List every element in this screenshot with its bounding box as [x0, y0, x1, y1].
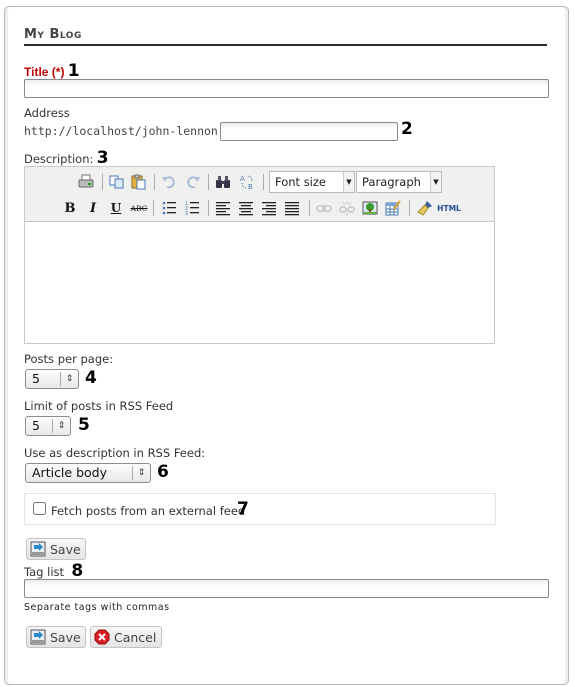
toolbar-separator — [102, 174, 103, 190]
format-dropdown[interactable]: Paragraph ▼ — [356, 171, 442, 193]
rss-description-label: Use as description in RSS Feed: — [24, 446, 206, 460]
rss-limit-value: 5 — [32, 418, 40, 433]
title-label: Title (*) — [24, 65, 65, 79]
save-icon — [30, 541, 46, 557]
find-icon[interactable] — [213, 172, 233, 192]
link-icon[interactable] — [314, 198, 334, 218]
svg-text:B: B — [248, 183, 253, 190]
align-left-icon[interactable] — [213, 198, 233, 218]
bullet-list-icon[interactable] — [159, 198, 179, 218]
toolbar-separator — [263, 174, 264, 190]
annotation-1: 1 — [67, 61, 80, 81]
heading-divider — [24, 44, 547, 46]
page-title: My Blog — [24, 27, 82, 42]
copy-icon[interactable] — [107, 172, 127, 192]
rss-description-select[interactable]: Article body ⇕ — [25, 463, 151, 483]
toolbar-separator — [208, 174, 209, 190]
rss-description-value: Article body — [32, 465, 107, 480]
annotation-7: 7 — [237, 499, 249, 519]
align-center-icon[interactable] — [236, 198, 256, 218]
tag-list-hint: Separate tags with commas — [24, 602, 170, 613]
rich-text-editor: AB Font size ▼ Paragraph ▼ B I U ABC 123 — [24, 166, 495, 344]
cancel-button-label: Cancel — [114, 629, 157, 645]
strikethrough-icon[interactable]: ABC — [129, 198, 149, 218]
image-icon[interactable] — [360, 198, 380, 218]
save-icon — [30, 629, 46, 645]
html-icon[interactable]: HTML — [437, 198, 461, 218]
cleanup-icon[interactable] — [415, 198, 435, 218]
external-feed-checkbox[interactable] — [33, 502, 46, 515]
editor-content-area[interactable] — [25, 222, 494, 343]
editor-toolbar: AB Font size ▼ Paragraph ▼ B I U ABC 123 — [25, 167, 494, 222]
toolbar-separator — [409, 200, 410, 216]
footer-save-label: Save — [50, 629, 81, 645]
posts-per-page-label: Posts per page: — [24, 352, 114, 366]
address-prefix: http://localhost/john-lennon — [24, 124, 218, 138]
table-icon[interactable] — [383, 198, 403, 218]
toolbar-separator — [153, 200, 154, 216]
numbered-list-icon[interactable]: 123 — [182, 198, 202, 218]
cancel-button[interactable]: Cancel — [90, 626, 162, 648]
address-label: Address — [24, 106, 70, 120]
bold-icon[interactable]: B — [60, 198, 80, 218]
annotation-2: 2 — [401, 119, 413, 139]
annotation-8: 8 — [71, 561, 84, 581]
paste-icon[interactable] — [129, 172, 149, 192]
title-label-row: Title (*) 1 — [24, 61, 80, 81]
address-slug-input[interactable] — [220, 122, 398, 141]
cancel-icon — [94, 629, 110, 645]
font-size-dropdown[interactable]: Font size ▼ — [269, 171, 355, 193]
tag-list-input[interactable] — [24, 579, 549, 598]
external-feed-label[interactable]: Fetch posts from an external feed — [51, 504, 245, 518]
undo-icon[interactable] — [159, 172, 179, 192]
footer-save-button[interactable]: Save — [26, 626, 86, 648]
print-icon[interactable] — [76, 172, 96, 192]
spinner-updown-icon: ⇕ — [52, 419, 70, 433]
title-input[interactable] — [24, 79, 549, 98]
tag-list-label: Tag list — [24, 565, 65, 579]
replace-icon[interactable]: AB — [237, 172, 257, 192]
posts-per-page-select[interactable]: 5 ⇕ — [25, 369, 79, 389]
svg-text:3: 3 — [185, 211, 188, 216]
redo-icon[interactable] — [183, 172, 203, 192]
toolbar-separator — [154, 174, 155, 190]
description-label-row: Description: 3 — [24, 148, 109, 168]
spinner-updown-icon: ⇕ — [132, 466, 150, 480]
posts-per-page-value: 5 — [32, 371, 40, 386]
underline-icon[interactable]: U — [106, 198, 126, 218]
spinner-updown-icon: ⇕ — [60, 372, 78, 386]
italic-icon[interactable]: I — [83, 198, 103, 218]
tag-list-label-row: Tag list 8 — [24, 561, 83, 581]
annotation-3: 3 — [96, 148, 109, 168]
save-button[interactable]: Save — [26, 538, 86, 560]
align-right-icon[interactable] — [259, 198, 279, 218]
unlink-icon[interactable] — [337, 198, 357, 218]
align-justify-icon[interactable] — [282, 198, 302, 218]
toolbar-separator — [309, 200, 310, 216]
description-label: Description: — [24, 152, 94, 166]
svg-text:A: A — [240, 175, 245, 183]
rss-limit-select[interactable]: 5 ⇕ — [25, 416, 71, 436]
annotation-6: 6 — [157, 462, 169, 482]
save-button-label: Save — [50, 541, 81, 557]
chevron-down-icon: ▼ — [430, 172, 441, 192]
rss-limit-label: Limit of posts in RSS Feed — [24, 399, 174, 413]
annotation-4: 4 — [85, 368, 97, 388]
toolbar-separator — [208, 200, 209, 216]
font-size-value: Font size — [275, 175, 326, 189]
format-value: Paragraph — [362, 175, 421, 189]
chevron-down-icon: ▼ — [343, 172, 354, 192]
annotation-5: 5 — [78, 415, 90, 435]
